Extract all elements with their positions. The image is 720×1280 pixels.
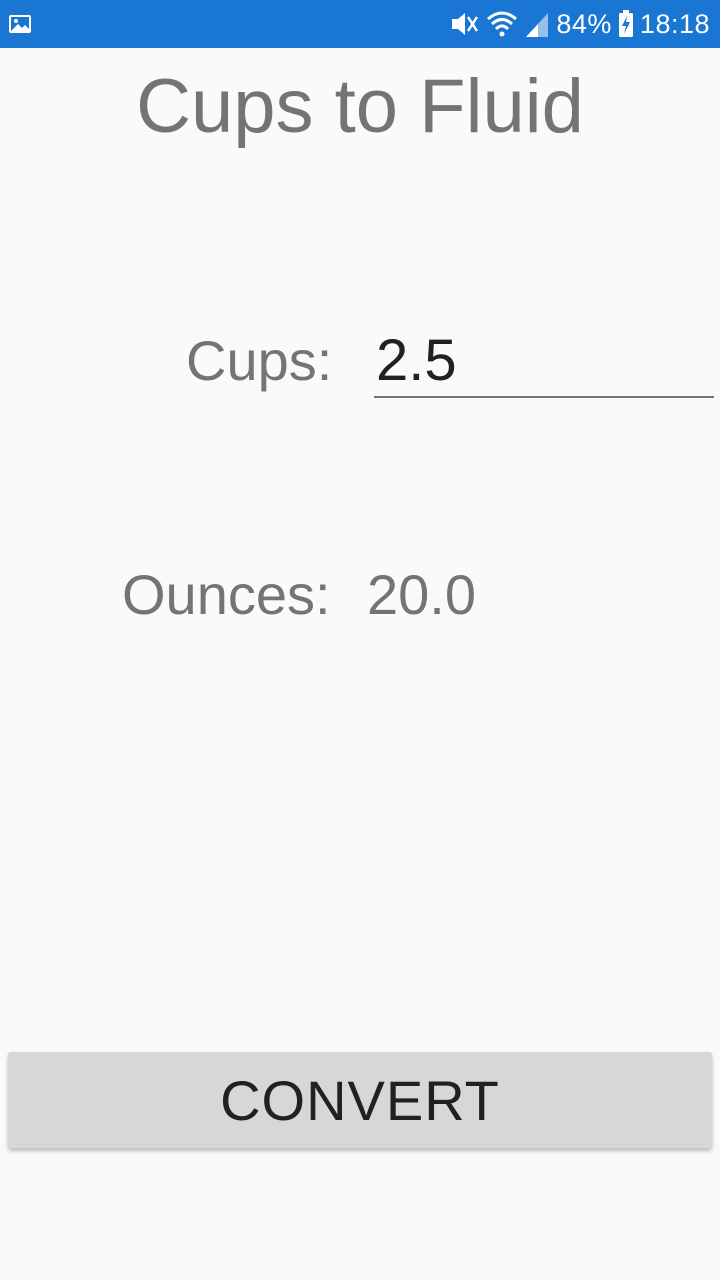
status-icons: 84% 18:18: [450, 0, 710, 48]
ounces-label: Ounces:: [122, 563, 331, 626]
battery-percent: 84%: [556, 9, 612, 39]
cups-label: Cups:: [186, 329, 333, 392]
image-notification-icon: [8, 12, 32, 36]
cups-input[interactable]: [374, 324, 714, 398]
ounces-value: 20.0: [367, 563, 476, 626]
battery-charging-icon: [618, 10, 634, 38]
mute-vibrate-icon: [450, 9, 480, 39]
convert-button[interactable]: CONVERT: [8, 1052, 712, 1148]
cell-signal-icon: [524, 9, 550, 39]
clock: 18:18: [639, 9, 710, 39]
page-title: Cups to Fluid: [136, 64, 584, 149]
wifi-icon: [486, 9, 518, 39]
status-bar: 84% 18:18: [0, 0, 720, 48]
